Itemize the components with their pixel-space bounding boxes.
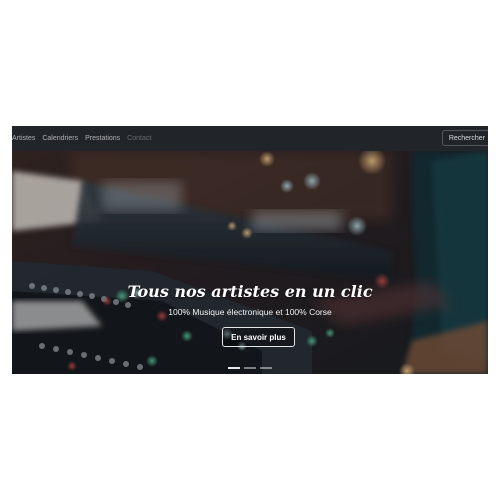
navbar: Artistes Calendriers Prestations Contact… xyxy=(12,126,488,151)
learn-more-button[interactable]: En savoir plus xyxy=(222,327,295,347)
carousel-indicator[interactable] xyxy=(260,367,272,369)
hero-title: Tous nos artistes en un clic xyxy=(127,282,373,301)
carousel-indicators xyxy=(12,367,488,369)
nav-link-prestations[interactable]: Prestations xyxy=(85,135,120,142)
nav-link-calendriers[interactable]: Calendriers xyxy=(42,135,78,142)
nav-links: Artistes Calendriers Prestations Contact xyxy=(12,126,158,151)
hero-subtitle: 100% Musique électronique et 100% Corse xyxy=(168,307,332,317)
search-button[interactable]: Rechercher xyxy=(441,130,488,146)
page: Artistes Calendriers Prestations Contact… xyxy=(0,0,500,500)
carousel-indicator[interactable] xyxy=(228,367,240,369)
carousel-indicator[interactable] xyxy=(244,367,256,369)
hero-carousel: Tous nos artistes en un clic 100% Musiqu… xyxy=(12,151,488,374)
nav-link-artistes[interactable]: Artistes xyxy=(12,135,35,142)
nav-link-contact[interactable]: Contact xyxy=(127,135,151,142)
